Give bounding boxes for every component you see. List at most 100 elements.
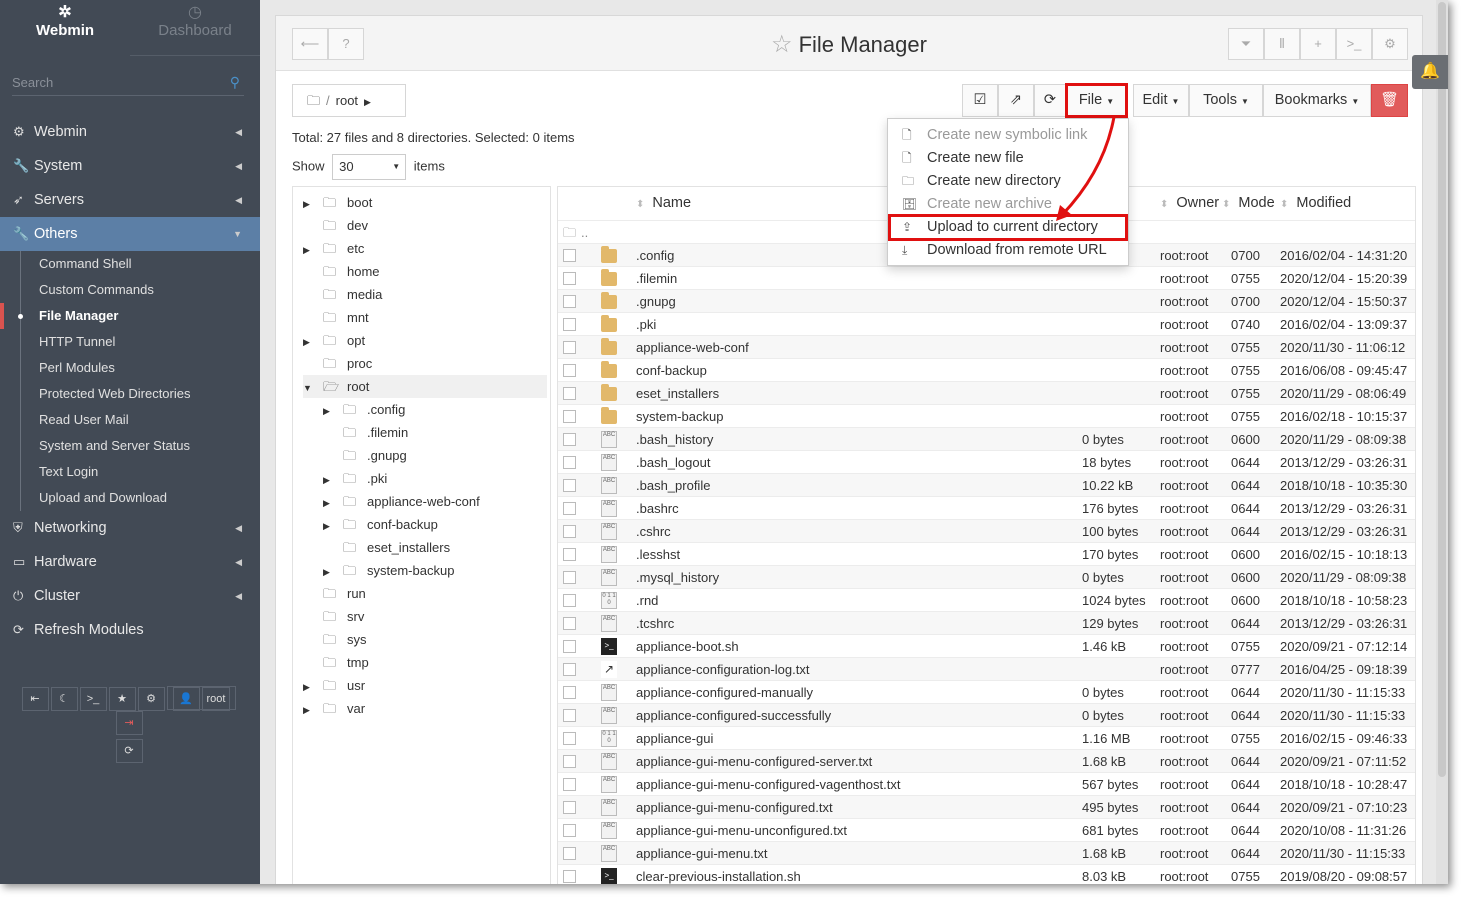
file-name[interactable]: .bash_logout [636,451,710,474]
breadcrumb[interactable]: 🗀 / root ▶ [292,84,406,117]
caret-icon[interactable]: ▼ [303,377,323,400]
tree-node[interactable]: 🗀 media [303,283,547,306]
tree-node[interactable]: 🗀 home [303,260,547,283]
table-row[interactable]: ABC .tcshrc 129 bytes root:root 0644 2013/12/… [558,611,1415,634]
row-checkbox[interactable] [563,525,576,538]
caret-icon[interactable]: ▶ [323,492,343,515]
tree-node[interactable]: 🗀 proc [303,352,547,375]
file-name[interactable]: appliance-gui-menu.txt [636,842,768,865]
tree-node[interactable]: 🗀 eset_installers [323,536,547,559]
logout-icon[interactable]: ⇥ [115,711,143,735]
tree-node[interactable]: ▶ 🗀 etc [303,237,547,260]
tree-node[interactable]: ▶ 🗀 usr [303,674,547,697]
caret-icon[interactable]: ▶ [303,331,323,354]
column-header-owner[interactable]: ⬍ Owner [1160,187,1219,220]
search-icon[interactable]: ⚲ [230,74,240,91]
file-name[interactable]: .bash_history [636,428,713,451]
file-name[interactable]: .mysql_history [636,566,719,589]
row-checkbox[interactable] [563,433,576,446]
row-checkbox[interactable] [563,870,576,883]
file-name[interactable]: .cshrc [636,520,671,543]
row-checkbox[interactable] [563,686,576,699]
row-checkbox[interactable] [563,755,576,768]
row-checkbox[interactable] [563,663,576,676]
row-checkbox[interactable] [563,456,576,469]
sidebar-subitem-protected-web-directories[interactable]: Protected Web Directories [0,381,260,407]
caret-icon[interactable]: ▶ [323,400,343,423]
delete-button[interactable]: 🗑 [1371,84,1408,117]
file-name[interactable]: appliance-gui-menu-configured.txt [636,796,833,819]
caret-icon[interactable]: ▶ [303,699,323,722]
tree-node[interactable]: 🗀 dev [303,214,547,237]
table-row[interactable]: .gnupg root:root 0700 2020/12/04 - 15:50:37 [558,289,1415,312]
scrollbar-thumb[interactable] [1438,2,1446,777]
terminal-button[interactable]: >_ [1336,28,1372,60]
table-row[interactable]: ABC appliance-configured-successfully 0 by… [558,703,1415,726]
file-name[interactable]: appliance-boot.sh [636,635,739,658]
menu-item-download-from-remote-url[interactable]: ⤓ Download from remote URL [888,239,1128,262]
sidebar-item-servers[interactable]: ➶ Servers ◀ [0,183,260,217]
table-row[interactable]: appliance-web-conf root:root 0755 2020/11/3… [558,335,1415,358]
table-row[interactable]: ABC appliance-gui-menu-configured.txt 495 … [558,795,1415,818]
row-checkbox[interactable] [563,479,576,492]
table-row[interactable]: .filemin root:root 0755 2020/12/04 - 15:20:… [558,266,1415,289]
columns-button[interactable]: ⫴ [1264,28,1300,60]
row-checkbox[interactable] [563,571,576,584]
caret-icon[interactable]: ▶ [323,469,343,492]
file-name[interactable]: appliance-gui-menu-configured-vagenthost… [636,773,901,796]
tree-node[interactable]: ▶ 🗀 opt [303,329,547,352]
tree-node[interactable]: ▶ 🗀 .pki [323,467,547,490]
file-name[interactable]: .bashrc [636,497,679,520]
tree-node[interactable]: 🗀 .filemin [323,421,547,444]
tree-node[interactable]: 🗀 mnt [303,306,547,329]
row-checkbox[interactable] [563,732,576,745]
file-name[interactable]: appliance-configured-successfully [636,704,831,727]
collapse-icon[interactable]: ⇤ [21,687,49,711]
table-row[interactable]: ABC .cshrc 100 bytes root:root 0644 2013/12/2… [558,519,1415,542]
row-checkbox[interactable] [563,709,576,722]
row-checkbox[interactable] [563,272,576,285]
sidebar-subitem-custom-commands[interactable]: Custom Commands [0,277,260,303]
file-name[interactable]: appliance-configuration-log.txt [636,658,809,681]
sidebar-item-cluster[interactable]: ⏻ Cluster ◀ [0,579,260,613]
file-name[interactable]: eset_installers [636,382,719,405]
table-row[interactable]: eset_installers root:root 0755 2020/11/29 -… [558,381,1415,404]
filter-button[interactable]: ⏷ [1228,28,1264,60]
file-name[interactable]: .filemin [636,267,677,290]
sidebar-subitem-command-shell[interactable]: Command Shell [0,251,260,277]
star-icon[interactable]: ★ [108,687,136,711]
row-checkbox[interactable] [563,341,576,354]
tree-node[interactable]: ▶ 🗀 conf-backup [323,513,547,536]
terminal-icon[interactable]: >_ [79,687,107,711]
sidebar-subitem-system-status[interactable]: System and Server Status [0,433,260,459]
page-scrollbar[interactable] [1436,0,1448,884]
file-name[interactable]: appliance-gui-menu-configured-server.txt [636,750,872,773]
table-row[interactable]: ABC appliance-gui-menu-configured-server.… [558,749,1415,772]
webmin-brand[interactable]: ✲ Webmin [0,0,130,56]
file-name[interactable]: .lesshst [636,543,680,566]
row-checkbox[interactable] [563,640,576,653]
user-button[interactable]: 👤 root [166,686,237,711]
row-checkbox[interactable] [563,778,576,791]
table-row[interactable]: ABC appliance-gui-menu-configured-vagenth… [558,772,1415,795]
search-input[interactable] [12,70,212,96]
sidebar-item-system[interactable]: 🔧 System ◀ [0,149,260,183]
file-name[interactable]: appliance-gui [636,727,713,750]
row-checkbox[interactable] [563,847,576,860]
tree-node[interactable]: 🗀 tmp [303,651,547,674]
gears-icon[interactable]: ⚙ [137,687,165,711]
tree-node[interactable]: 🗀 sys [303,628,547,651]
column-header-name[interactable]: ⬍ Name [636,187,691,220]
row-checkbox[interactable] [563,502,576,515]
tools-menu-button[interactable]: Tools ▼ [1189,84,1263,117]
row-checkbox[interactable] [563,364,576,377]
table-row[interactable]: 0 1 1 0 appliance-gui 1.16 MB root:root 0755… [558,726,1415,749]
tree-node[interactable]: ▶ 🗀 system-backup [323,559,547,582]
table-row[interactable]: ABC .mysql_history 0 bytes root:root 0600 202… [558,565,1415,588]
sidebar-subitem-file-manager[interactable]: File Manager [0,303,260,329]
tree-node[interactable]: ▼ 🗁 root [303,375,547,398]
file-name[interactable]: .pki [636,313,656,336]
caret-icon[interactable]: ▶ [303,676,323,699]
sidebar-subitem-upload-download[interactable]: Upload and Download [0,485,260,511]
table-row[interactable]: ABC .bashrc 176 bytes root:root 0644 2013/12/… [558,496,1415,519]
